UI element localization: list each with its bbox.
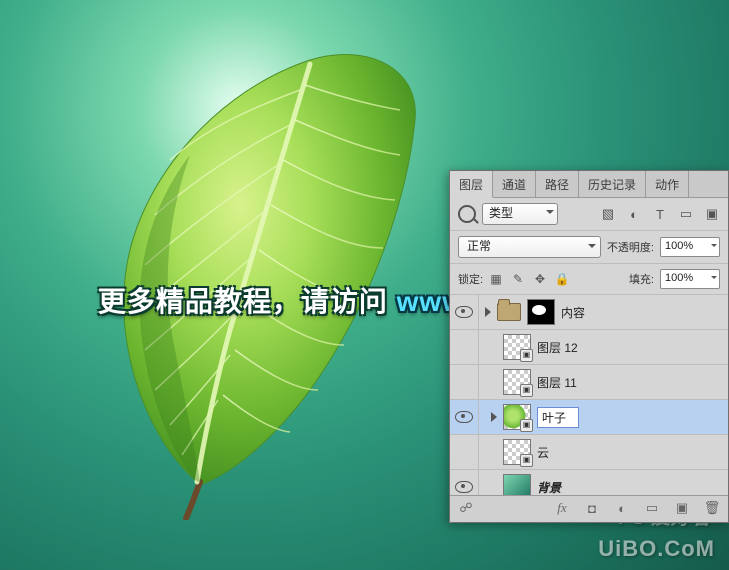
layer-thumbnail[interactable]: ▣ — [503, 439, 531, 465]
add-mask-icon[interactable]: ◘ — [584, 500, 600, 516]
layer-thumbnail[interactable]: ▣ — [503, 334, 531, 360]
layer-mask-thumb[interactable] — [527, 299, 555, 325]
chevron-down-icon — [711, 276, 717, 282]
expand-toggle-icon[interactable] — [485, 307, 491, 317]
canvas-background: 更多精品教程，请访问 www.240PS.com PS 爱好者 UiBO.CoM… — [0, 0, 729, 570]
delete-layer-icon[interactable]: 🗑 — [704, 500, 720, 516]
filter-icon-row: ▧ ◐ T ▭ ▣ — [600, 206, 720, 222]
layer-row-background[interactable]: 背景 — [450, 470, 728, 495]
layer-name-editing[interactable]: 叶子 — [537, 407, 579, 428]
lock-position-icon[interactable]: ✥ — [533, 272, 547, 286]
fx-icon[interactable]: fx — [554, 500, 570, 516]
lock-label: 锁定: — [458, 271, 483, 287]
fill-input[interactable]: 100% — [660, 269, 720, 289]
panel-tabs: 图层 通道 路径 历史记录 动作 — [450, 171, 728, 198]
visibility-toggle[interactable] — [450, 365, 479, 399]
smart-object-badge-icon: ▣ — [520, 349, 533, 362]
panel-bottom-bar: ☍ fx ◘ ◐ ▭ ▣ 🗑 — [450, 495, 728, 522]
visibility-toggle[interactable] — [450, 470, 479, 495]
tab-channels[interactable]: 通道 — [493, 171, 536, 197]
layer-name-label: 云 — [537, 444, 722, 461]
chevron-down-icon — [588, 244, 596, 252]
link-layers-icon[interactable]: ☍ — [458, 500, 474, 516]
visibility-toggle[interactable] — [450, 435, 479, 469]
layer-thumbnail[interactable] — [503, 474, 531, 495]
search-icon[interactable] — [458, 205, 476, 223]
adjustment-layer-icon[interactable]: ◐ — [614, 500, 630, 516]
layer-name-label: 图层 12 — [537, 339, 722, 356]
filter-pixel-icon[interactable]: ▧ — [600, 206, 616, 222]
lock-pixels-icon[interactable]: ✎ — [511, 272, 525, 286]
tab-paths[interactable]: 路径 — [536, 171, 579, 197]
expand-toggle-icon[interactable] — [491, 412, 497, 422]
fill-label: 填充: — [629, 271, 654, 287]
eye-icon — [455, 411, 473, 423]
lock-all-icon[interactable]: 🔒 — [555, 272, 569, 286]
new-group-icon[interactable]: ▭ — [644, 500, 660, 516]
filter-shape-icon[interactable]: ▭ — [678, 206, 694, 222]
filter-kind-select[interactable]: 类型 — [482, 203, 558, 225]
filter-text-icon[interactable]: T — [652, 206, 668, 222]
opacity-value: 100% — [665, 240, 693, 252]
lock-row: 锁定: ▦ ✎ ✥ 🔒 填充: 100% — [450, 264, 728, 295]
layer-row[interactable]: ▣ 云 — [450, 435, 728, 470]
layer-row[interactable]: ▣ 图层 12 — [450, 330, 728, 365]
blend-mode-select[interactable]: 正常 — [458, 236, 601, 258]
smart-object-badge-icon: ▣ — [520, 454, 533, 467]
layer-thumbnail[interactable]: ▣ — [503, 369, 531, 395]
tab-actions[interactable]: 动作 — [646, 171, 689, 197]
layer-filter-row: 类型 ▧ ◐ T ▭ ▣ — [450, 198, 728, 231]
visibility-toggle[interactable] — [450, 330, 479, 364]
visibility-toggle[interactable] — [450, 295, 479, 329]
tab-history[interactable]: 历史记录 — [579, 171, 646, 197]
smart-object-badge-icon: ▣ — [520, 384, 533, 397]
layer-name-label: 背景 — [537, 479, 722, 496]
chevron-down-icon — [711, 244, 717, 250]
tab-layers[interactable]: 图层 — [450, 171, 493, 198]
new-layer-icon[interactable]: ▣ — [674, 500, 690, 516]
visibility-toggle[interactable] — [450, 400, 479, 434]
layer-row-selected[interactable]: ▣ 叶子 — [450, 400, 728, 435]
filter-kind-value: 类型 — [489, 206, 513, 220]
blend-row: 正常 不透明度: 100% — [450, 231, 728, 264]
overlay-text-part1: 更多精品教程，请访问 — [98, 286, 397, 317]
eye-icon — [455, 481, 473, 493]
layer-row[interactable]: ▣ 图层 11 — [450, 365, 728, 400]
layer-name-label: 图层 11 — [537, 374, 722, 391]
smart-object-badge-icon: ▣ — [520, 419, 533, 432]
filter-smart-icon[interactable]: ▣ — [704, 206, 720, 222]
eye-icon — [455, 306, 473, 318]
layer-row-group-content[interactable]: 内容 — [450, 295, 728, 330]
opacity-input[interactable]: 100% — [660, 237, 720, 257]
opacity-label: 不透明度: — [607, 239, 654, 255]
filter-adjust-icon[interactable]: ◐ — [626, 206, 642, 222]
chevron-down-icon — [546, 210, 554, 218]
layer-name-label: 内容 — [561, 304, 722, 321]
layer-thumbnail[interactable]: ▣ — [503, 404, 531, 430]
lock-icons: ▦ ✎ ✥ 🔒 — [489, 272, 569, 286]
layers-list: 内容 ▣ 图层 12 ▣ 图层 11 — [450, 295, 728, 495]
layers-panel: 图层 通道 路径 历史记录 动作 类型 ▧ ◐ T ▭ ▣ 正常 — [449, 170, 729, 523]
folder-icon — [497, 303, 521, 321]
watermark-site: UiBO.CoM — [598, 536, 715, 562]
lock-transparency-icon[interactable]: ▦ — [489, 272, 503, 286]
blend-mode-value: 正常 — [467, 239, 491, 253]
fill-value: 100% — [665, 272, 693, 284]
